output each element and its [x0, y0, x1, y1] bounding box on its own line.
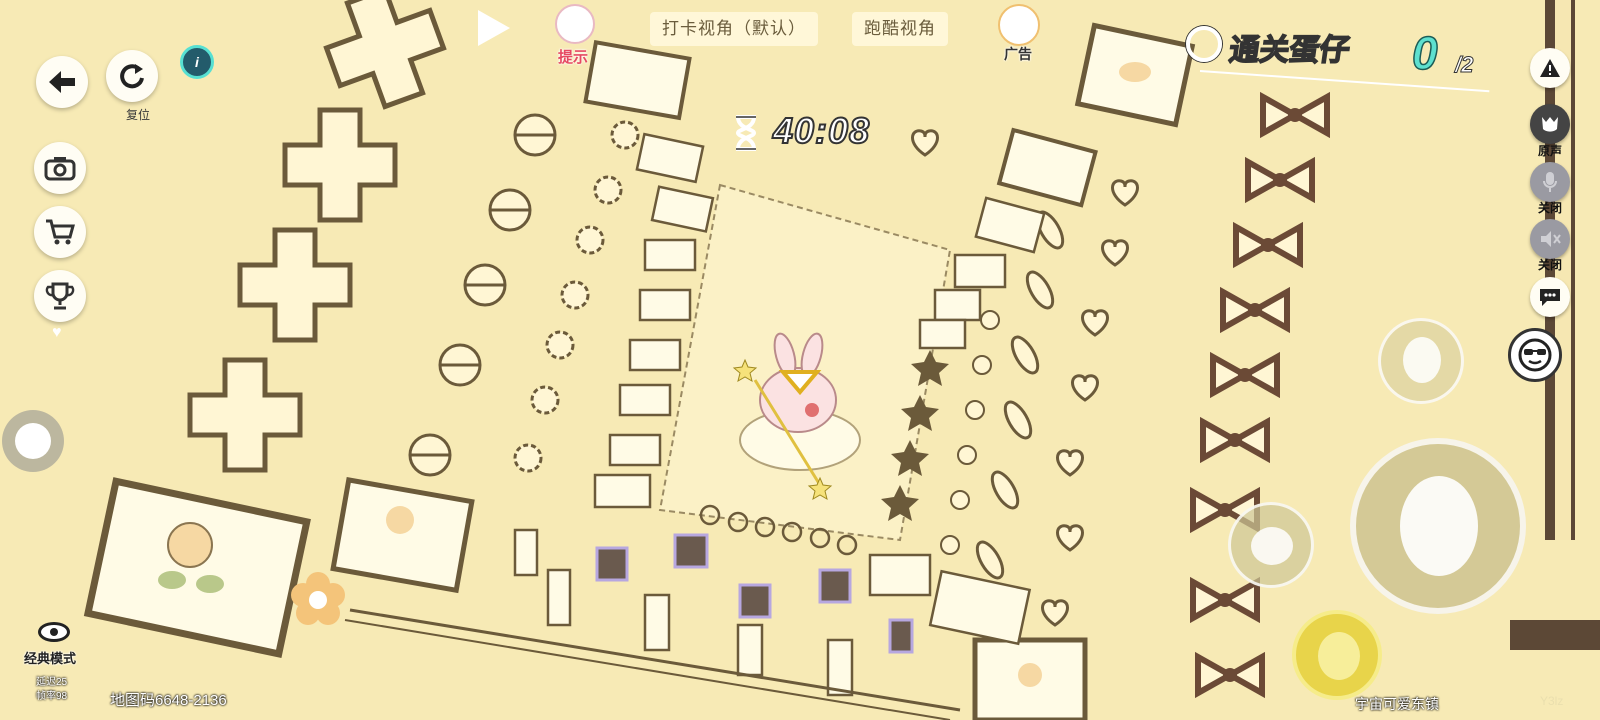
voice-mask-icon	[1542, 117, 1558, 132]
eye-icon[interactable]	[38, 622, 70, 642]
ad-mascot-icon	[998, 4, 1040, 46]
reset-button[interactable]	[106, 50, 158, 102]
watermark-label: Y3lz	[1540, 694, 1564, 708]
goal-total: /2	[1454, 52, 1474, 78]
back-button[interactable]	[36, 56, 88, 108]
jump-button[interactable]	[1350, 438, 1526, 614]
emote-button[interactable]	[1508, 328, 1562, 382]
ad-label: 广告	[1004, 46, 1032, 62]
goal-current: 0	[1411, 26, 1438, 80]
hint-label: 提示	[557, 49, 588, 66]
dash-button[interactable]	[1292, 610, 1382, 700]
trophy-button[interactable]	[34, 270, 86, 322]
camera-icon	[44, 157, 76, 181]
ad-button[interactable]: 广告	[990, 2, 1046, 62]
mic-off-icon	[1543, 172, 1557, 192]
warning-icon	[1540, 59, 1560, 77]
report-button[interactable]	[1530, 48, 1570, 88]
speaker-toggle-button[interactable]	[1530, 219, 1570, 259]
egg-face-icon	[1403, 337, 1441, 383]
map-code-label: 地图码6648-2136	[110, 692, 227, 709]
joystick-knob[interactable]	[15, 423, 51, 459]
hint-button[interactable]: 提示	[545, 2, 601, 66]
back-arrow-icon	[49, 71, 75, 93]
reset-icon	[120, 64, 144, 89]
voice-filter-button[interactable]	[1530, 104, 1570, 144]
hourglass-icon	[733, 115, 759, 156]
skill-button-top[interactable]	[1378, 318, 1464, 404]
movement-joystick[interactable]	[2, 410, 64, 472]
shop-button[interactable]	[34, 206, 86, 258]
chat-button[interactable]	[1530, 277, 1570, 317]
jump-egg-icon	[1400, 476, 1478, 576]
goal-label: 通关蛋仔	[1226, 33, 1352, 68]
latency-readout: 延迟25	[36, 677, 68, 688]
game-world	[0, 0, 1600, 720]
collapse-heart-icon[interactable]: ♥	[52, 324, 62, 342]
countdown-timer: 40:08	[772, 109, 871, 152]
fps-readout: 帧率98	[36, 691, 68, 702]
cart-icon	[46, 219, 75, 245]
tab-parkour-view[interactable]: 跑酷视角	[852, 12, 948, 46]
stopwatch-icon	[1186, 26, 1222, 62]
speaker-label: 关闭	[1537, 258, 1562, 272]
trophy-icon	[45, 282, 75, 310]
dash-egg-icon	[1318, 632, 1360, 680]
reset-label: 复位	[125, 108, 150, 122]
tab-checkin-view[interactable]: 打卡视角（默认）	[650, 12, 818, 46]
voice-label: 原声	[1537, 144, 1562, 158]
chat-bubble-icon	[1540, 289, 1560, 306]
roll-icon	[1251, 527, 1293, 565]
sunglasses-face-icon	[1518, 338, 1552, 372]
roll-button[interactable]	[1228, 502, 1314, 588]
mic-toggle-button[interactable]	[1530, 162, 1570, 202]
play-icon[interactable]	[478, 10, 510, 46]
map-name-label: 宇宙可爱东镇	[1355, 696, 1439, 712]
classic-mode-label[interactable]: 经典模式	[24, 648, 76, 667]
speaker-off-icon	[1541, 231, 1561, 247]
camera-button[interactable]	[34, 142, 86, 194]
hint-mascot-icon	[555, 4, 595, 44]
info-icon[interactable]: i	[180, 45, 214, 79]
mic-label: 关闭	[1537, 201, 1562, 215]
